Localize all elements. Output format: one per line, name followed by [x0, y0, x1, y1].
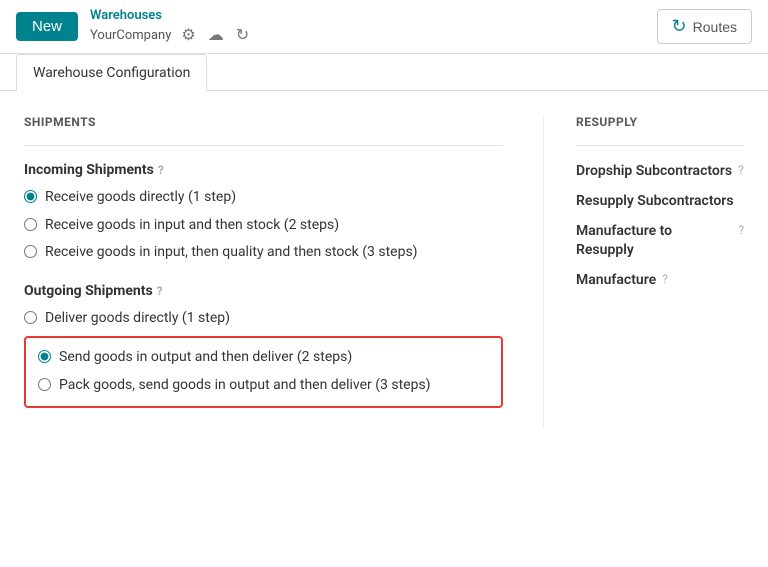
- dropship-help-icon[interactable]: ?: [738, 163, 744, 177]
- outgoing-radio-2[interactable]: [38, 350, 51, 363]
- resupply-item-resupply-sub-label: Resupply Subcontractors: [576, 192, 734, 210]
- incoming-shipments-group: Incoming Shipments ? Receive goods direc…: [24, 162, 503, 263]
- incoming-option-3-label[interactable]: Receive goods in input, then quality and…: [45, 243, 418, 263]
- resupply-divider: [576, 145, 744, 146]
- settings-icon[interactable]: ⚙: [179, 25, 197, 45]
- outgoing-option-2[interactable]: Send goods in output and then deliver (2…: [38, 348, 489, 368]
- resupply-list: Dropship Subcontractors ? Resupply Subco…: [576, 162, 744, 289]
- incoming-radio-3[interactable]: [24, 245, 37, 258]
- incoming-option-2-label[interactable]: Receive goods in input and then stock (2…: [45, 216, 339, 236]
- outgoing-option-1-label[interactable]: Deliver goods directly (1 step): [45, 309, 230, 329]
- breadcrumb: Warehouses YourCompany ⚙ ☁ ↻: [90, 8, 251, 45]
- undo-icon[interactable]: ↻: [234, 25, 251, 45]
- shipments-section: SHIPMENTS Incoming Shipments ? Receive g…: [24, 115, 544, 428]
- incoming-radio-2[interactable]: [24, 218, 37, 231]
- routes-button[interactable]: ↻ Routes: [657, 9, 752, 44]
- resupply-item-manufacture[interactable]: Manufacture ?: [576, 271, 744, 289]
- resupply-section-title: RESUPPLY: [576, 115, 744, 129]
- outgoing-option-3[interactable]: Pack goods, send goods in output and the…: [38, 376, 489, 396]
- outgoing-option-3-label[interactable]: Pack goods, send goods in output and the…: [59, 376, 431, 396]
- main-content: SHIPMENTS Incoming Shipments ? Receive g…: [0, 91, 768, 452]
- outgoing-label-text: Outgoing Shipments: [24, 283, 153, 299]
- routes-label: Routes: [693, 19, 737, 35]
- incoming-label-text: Incoming Shipments: [24, 162, 154, 178]
- resupply-item-manufacture-label: Manufacture: [576, 271, 656, 289]
- resupply-item-dropship-label: Dropship Subcontractors: [576, 162, 732, 180]
- refresh-icon: ↻: [672, 16, 687, 37]
- incoming-option-2[interactable]: Receive goods in input and then stock (2…: [24, 216, 503, 236]
- shipments-section-title: SHIPMENTS: [24, 115, 503, 129]
- app-header: New Warehouses YourCompany ⚙ ☁ ↻ ↻ Route…: [0, 0, 768, 54]
- resupply-item-manufacture-resupply[interactable]: Manufacture to Resupply ?: [576, 222, 744, 258]
- outgoing-option-2-label[interactable]: Send goods in output and then deliver (2…: [59, 348, 352, 368]
- resupply-item-manufacture-resupply-label: Manufacture to Resupply: [576, 222, 732, 258]
- cloud-icon[interactable]: ☁: [206, 25, 226, 45]
- incoming-option-1[interactable]: Receive goods directly (1 step): [24, 188, 503, 208]
- outgoing-radio-1[interactable]: [24, 311, 37, 324]
- outgoing-help-icon[interactable]: ?: [157, 284, 163, 298]
- manufacture-help-icon[interactable]: ?: [662, 272, 668, 286]
- manufacture-resupply-help-icon[interactable]: ?: [738, 223, 744, 237]
- new-button[interactable]: New: [16, 12, 78, 41]
- incoming-radio-1[interactable]: [24, 190, 37, 203]
- resupply-item-dropship[interactable]: Dropship Subcontractors ?: [576, 162, 744, 180]
- incoming-shipments-label: Incoming Shipments ?: [24, 162, 503, 178]
- incoming-help-icon[interactable]: ?: [158, 163, 164, 177]
- incoming-option-3[interactable]: Receive goods in input, then quality and…: [24, 243, 503, 263]
- outgoing-highlighted-options: Send goods in output and then deliver (2…: [24, 336, 503, 407]
- breadcrumb-sub: YourCompany ⚙ ☁ ↻: [90, 25, 251, 45]
- outgoing-shipments-group: Outgoing Shipments ? Deliver goods direc…: [24, 283, 503, 408]
- resupply-item-resupply-sub[interactable]: Resupply Subcontractors: [576, 192, 744, 210]
- company-name: YourCompany: [90, 28, 171, 43]
- divider: [24, 145, 503, 146]
- outgoing-radio-3[interactable]: [38, 378, 51, 391]
- resupply-section: RESUPPLY Dropship Subcontractors ? Resup…: [544, 115, 744, 428]
- outgoing-shipments-label: Outgoing Shipments ?: [24, 283, 163, 299]
- tabs-bar: Warehouse Configuration: [0, 54, 768, 91]
- breadcrumb-link[interactable]: Warehouses: [90, 8, 251, 23]
- incoming-radio-group: Receive goods directly (1 step) Receive …: [24, 188, 503, 263]
- incoming-option-1-label[interactable]: Receive goods directly (1 step): [45, 188, 236, 208]
- outgoing-option-1[interactable]: Deliver goods directly (1 step): [24, 309, 503, 329]
- tab-warehouse-configuration[interactable]: Warehouse Configuration: [16, 54, 207, 91]
